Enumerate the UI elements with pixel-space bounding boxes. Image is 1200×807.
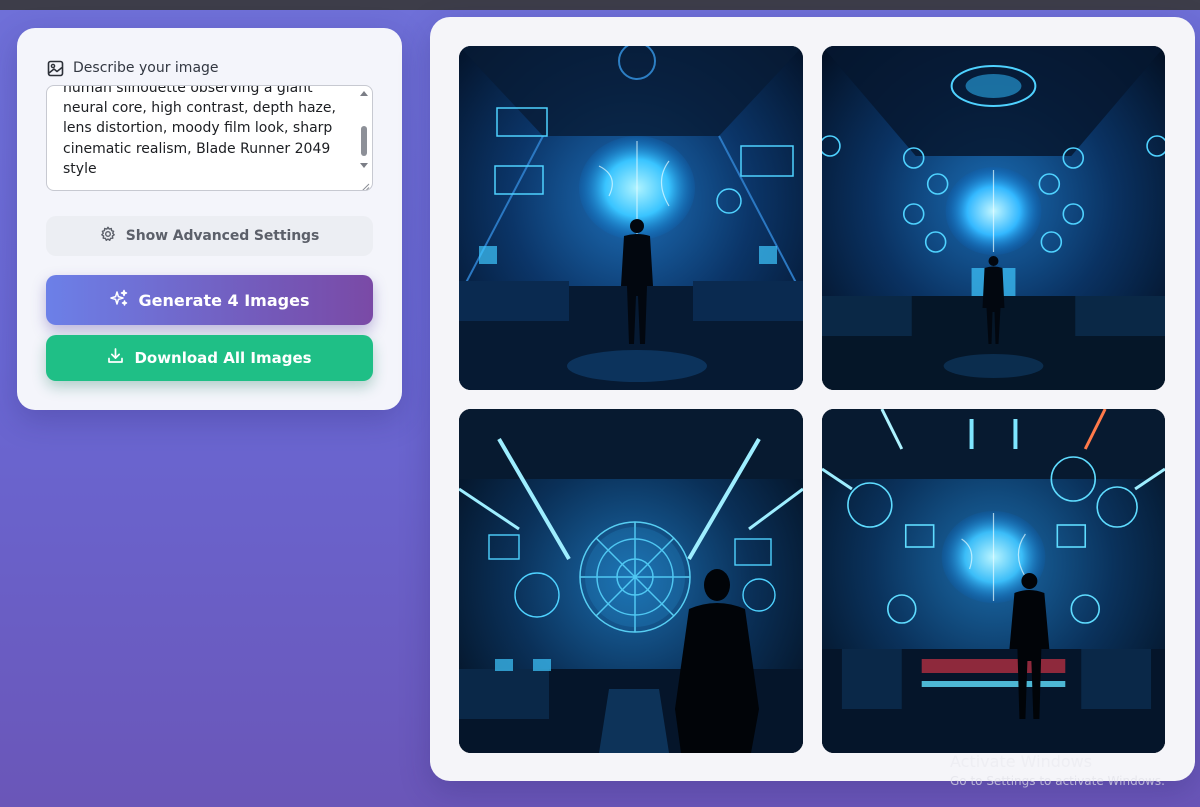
windows-activation-watermark: Activate Windows Go to Settings to activ… xyxy=(950,752,1165,790)
gear-icon xyxy=(100,226,116,246)
prompt-textarea[interactable]: human silhouette observing a giant neura… xyxy=(46,85,373,191)
generated-image-3[interactable] xyxy=(459,409,803,753)
generated-image-1[interactable] xyxy=(459,46,803,390)
generate-images-button[interactable]: Generate 4 Images xyxy=(46,275,373,325)
watermark-title: Activate Windows xyxy=(950,752,1093,771)
download-button-label: Download All Images xyxy=(134,349,312,367)
sparkles-icon xyxy=(109,289,128,312)
scroll-down-arrow-icon[interactable] xyxy=(360,163,368,168)
download-all-images-button[interactable]: Download All Images xyxy=(46,335,373,381)
generated-image-4[interactable] xyxy=(822,409,1165,753)
image-icon xyxy=(47,60,64,77)
prompt-scrollbar[interactable] xyxy=(358,88,370,188)
scroll-thumb[interactable] xyxy=(361,126,367,156)
show-advanced-settings-button[interactable]: Show Advanced Settings xyxy=(46,216,373,256)
prompt-label: Describe your image xyxy=(47,58,219,78)
scroll-up-arrow-icon[interactable] xyxy=(360,91,368,96)
prompt-text[interactable]: human silhouette observing a giant neura… xyxy=(63,86,343,179)
prompt-label-text: Describe your image xyxy=(73,60,219,76)
watermark-subtitle: Go to Settings to activate Windows. xyxy=(950,774,1165,788)
advanced-settings-label: Show Advanced Settings xyxy=(125,228,320,244)
prompt-panel: Describe your image human silhouette obs… xyxy=(17,28,402,410)
download-icon xyxy=(107,347,124,369)
window-top-bar xyxy=(0,0,1200,10)
generated-image-2[interactable] xyxy=(822,46,1165,390)
generate-button-label: Generate 4 Images xyxy=(138,290,310,310)
image-gallery xyxy=(430,17,1195,781)
resize-grip-icon[interactable] xyxy=(361,179,370,190)
